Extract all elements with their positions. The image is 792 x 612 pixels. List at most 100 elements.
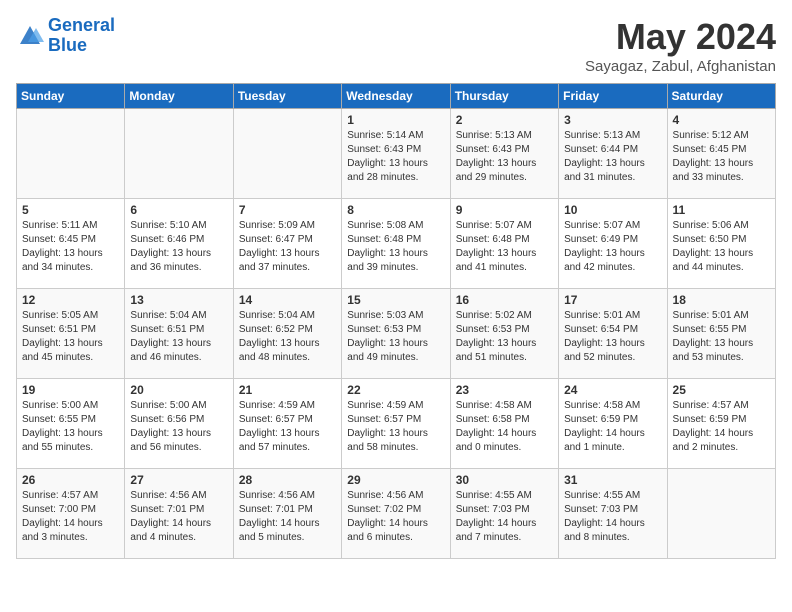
calendar-cell: 11 Sunrise: 5:06 AM Sunset: 6:50 PM Dayli… xyxy=(667,199,775,289)
day-number: 13 xyxy=(130,293,227,307)
cell-content: Sunrise: 5:12 AM Sunset: 6:45 PM Dayligh… xyxy=(673,129,770,185)
title-block: May 2024 Sayagaz, Zabul, Afghanistan xyxy=(585,16,776,75)
day-of-week-header: Thursday xyxy=(450,84,558,109)
location: Sayagaz, Zabul, Afghanistan xyxy=(585,58,776,75)
cell-content: Sunrise: 5:04 AM Sunset: 6:51 PM Dayligh… xyxy=(130,309,227,365)
calendar-table: SundayMondayTuesdayWednesdayThursdayFrid… xyxy=(16,83,776,559)
calendar-cell: 15Sunrise: 5:03 AM Sunset: 6:53 PM Dayli… xyxy=(342,289,450,379)
day-number: 6 xyxy=(130,203,227,217)
calendar-cell xyxy=(233,109,341,199)
day-number: 31 xyxy=(564,473,661,487)
day-number: 28 xyxy=(239,473,336,487)
calendar-cell: 21 Sunrise: 4:59 AM Sunset: 6:57 PM Dayli… xyxy=(233,379,341,469)
cell-content: Sunrise: 5:04 AM Sunset: 6:52 PM Dayligh… xyxy=(239,309,336,365)
calendar-cell: 1Sunrise: 5:14 AM Sunset: 6:43 PM Daylig… xyxy=(342,109,450,199)
day-number: 26 xyxy=(22,473,119,487)
calendar-cell: 30Sunrise: 4:55 AM Sunset: 7:03 PM Dayli… xyxy=(450,469,558,559)
calendar-cell: 6 Sunrise: 5:10 AM Sunset: 6:46 PM Daylig… xyxy=(125,199,233,289)
day-number: 4 xyxy=(673,113,770,127)
cell-content: Sunrise: 5:00 AM Sunset: 6:55 PM Dayligh… xyxy=(22,399,119,455)
calendar-cell: 22Sunrise: 4:59 AM Sunset: 6:57 PM Dayli… xyxy=(342,379,450,469)
calendar-cell: 24 Sunrise: 4:58 AM Sunset: 6:59 PM Dayli… xyxy=(559,379,667,469)
day-of-week-header: Friday xyxy=(559,84,667,109)
calendar-week-row: 12 Sunrise: 5:05 AM Sunset: 6:51 PM Dayli… xyxy=(17,289,776,379)
day-of-week-header: Tuesday xyxy=(233,84,341,109)
day-number: 24 xyxy=(564,383,661,397)
cell-content: Sunrise: 5:08 AM Sunset: 6:48 PM Dayligh… xyxy=(347,219,444,275)
logo-text: General Blue xyxy=(48,16,115,56)
day-number: 19 xyxy=(22,383,119,397)
calendar-cell: 13 Sunrise: 5:04 AM Sunset: 6:51 PM Dayli… xyxy=(125,289,233,379)
calendar-cell: 12 Sunrise: 5:05 AM Sunset: 6:51 PM Dayli… xyxy=(17,289,125,379)
cell-content: Sunrise: 5:13 AM Sunset: 6:43 PM Dayligh… xyxy=(456,129,553,185)
cell-content: Sunrise: 5:01 AM Sunset: 6:54 PM Dayligh… xyxy=(564,309,661,365)
calendar-cell: 18Sunrise: 5:01 AM Sunset: 6:55 PM Dayli… xyxy=(667,289,775,379)
day-of-week-header: Saturday xyxy=(667,84,775,109)
calendar-week-row: 19 Sunrise: 5:00 AM Sunset: 6:55 PM Dayli… xyxy=(17,379,776,469)
calendar-cell: 16 Sunrise: 5:02 AM Sunset: 6:53 PM Dayli… xyxy=(450,289,558,379)
day-number: 27 xyxy=(130,473,227,487)
cell-content: Sunrise: 5:09 AM Sunset: 6:47 PM Dayligh… xyxy=(239,219,336,275)
calendar-week-row: 5 Sunrise: 5:11 AM Sunset: 6:45 PM Daylig… xyxy=(17,199,776,289)
calendar-cell: 10 Sunrise: 5:07 AM Sunset: 6:49 PM Dayli… xyxy=(559,199,667,289)
cell-content: Sunrise: 5:02 AM Sunset: 6:53 PM Dayligh… xyxy=(456,309,553,365)
cell-content: Sunrise: 4:55 AM Sunset: 7:03 PM Dayligh… xyxy=(564,489,661,545)
calendar-week-row: 1Sunrise: 5:14 AM Sunset: 6:43 PM Daylig… xyxy=(17,109,776,199)
day-number: 5 xyxy=(22,203,119,217)
calendar-cell: 28 Sunrise: 4:56 AM Sunset: 7:01 PM Dayli… xyxy=(233,469,341,559)
cell-content: Sunrise: 4:58 AM Sunset: 6:58 PM Dayligh… xyxy=(456,399,553,455)
cell-content: Sunrise: 5:14 AM Sunset: 6:43 PM Dayligh… xyxy=(347,129,444,185)
cell-content: Sunrise: 5:10 AM Sunset: 6:46 PM Dayligh… xyxy=(130,219,227,275)
calendar-cell: 17Sunrise: 5:01 AM Sunset: 6:54 PM Dayli… xyxy=(559,289,667,379)
cell-content: Sunrise: 5:07 AM Sunset: 6:49 PM Dayligh… xyxy=(564,219,661,275)
cell-content: Sunrise: 5:11 AM Sunset: 6:45 PM Dayligh… xyxy=(22,219,119,275)
day-number: 21 xyxy=(239,383,336,397)
calendar-cell: 27 Sunrise: 4:56 AM Sunset: 7:01 PM Dayli… xyxy=(125,469,233,559)
calendar-cell: 2 Sunrise: 5:13 AM Sunset: 6:43 PM Daylig… xyxy=(450,109,558,199)
cell-content: Sunrise: 4:56 AM Sunset: 7:01 PM Dayligh… xyxy=(130,489,227,545)
cell-content: Sunrise: 4:56 AM Sunset: 7:01 PM Dayligh… xyxy=(239,489,336,545)
cell-content: Sunrise: 5:01 AM Sunset: 6:55 PM Dayligh… xyxy=(673,309,770,365)
calendar-cell: 8Sunrise: 5:08 AM Sunset: 6:48 PM Daylig… xyxy=(342,199,450,289)
day-number: 11 xyxy=(673,203,770,217)
cell-content: Sunrise: 4:59 AM Sunset: 6:57 PM Dayligh… xyxy=(347,399,444,455)
calendar-cell: 5 Sunrise: 5:11 AM Sunset: 6:45 PM Daylig… xyxy=(17,199,125,289)
day-of-week-header: Sunday xyxy=(17,84,125,109)
day-number: 7 xyxy=(239,203,336,217)
calendar-cell: 20 Sunrise: 5:00 AM Sunset: 6:56 PM Dayli… xyxy=(125,379,233,469)
day-of-week-header: Monday xyxy=(125,84,233,109)
day-number: 2 xyxy=(456,113,553,127)
cell-content: Sunrise: 5:13 AM Sunset: 6:44 PM Dayligh… xyxy=(564,129,661,185)
page-header: General Blue May 2024 Sayagaz, Zabul, Af… xyxy=(16,16,776,75)
calendar-cell: 23 Sunrise: 4:58 AM Sunset: 6:58 PM Dayli… xyxy=(450,379,558,469)
day-number: 12 xyxy=(22,293,119,307)
cell-content: Sunrise: 5:06 AM Sunset: 6:50 PM Dayligh… xyxy=(673,219,770,275)
calendar-cell: 7 Sunrise: 5:09 AM Sunset: 6:47 PM Daylig… xyxy=(233,199,341,289)
cell-content: Sunrise: 5:07 AM Sunset: 6:48 PM Dayligh… xyxy=(456,219,553,275)
day-of-week-header: Wednesday xyxy=(342,84,450,109)
cell-content: Sunrise: 4:55 AM Sunset: 7:03 PM Dayligh… xyxy=(456,489,553,545)
cell-content: Sunrise: 5:03 AM Sunset: 6:53 PM Dayligh… xyxy=(347,309,444,365)
cell-content: Sunrise: 5:05 AM Sunset: 6:51 PM Dayligh… xyxy=(22,309,119,365)
day-number: 29 xyxy=(347,473,444,487)
month-title: May 2024 xyxy=(585,16,776,58)
cell-content: Sunrise: 4:58 AM Sunset: 6:59 PM Dayligh… xyxy=(564,399,661,455)
day-number: 23 xyxy=(456,383,553,397)
calendar-cell: 14Sunrise: 5:04 AM Sunset: 6:52 PM Dayli… xyxy=(233,289,341,379)
calendar-cell: 26 Sunrise: 4:57 AM Sunset: 7:00 PM Dayli… xyxy=(17,469,125,559)
day-header-row: SundayMondayTuesdayWednesdayThursdayFrid… xyxy=(17,84,776,109)
day-number: 3 xyxy=(564,113,661,127)
calendar-cell: 25Sunrise: 4:57 AM Sunset: 6:59 PM Dayli… xyxy=(667,379,775,469)
day-number: 20 xyxy=(130,383,227,397)
day-number: 25 xyxy=(673,383,770,397)
calendar-cell: 31 Sunrise: 4:55 AM Sunset: 7:03 PM Dayli… xyxy=(559,469,667,559)
day-number: 10 xyxy=(564,203,661,217)
calendar-cell: 3 Sunrise: 5:13 AM Sunset: 6:44 PM Daylig… xyxy=(559,109,667,199)
day-number: 16 xyxy=(456,293,553,307)
cell-content: Sunrise: 5:00 AM Sunset: 6:56 PM Dayligh… xyxy=(130,399,227,455)
calendar-cell: 4 Sunrise: 5:12 AM Sunset: 6:45 PM Daylig… xyxy=(667,109,775,199)
cell-content: Sunrise: 4:56 AM Sunset: 7:02 PM Dayligh… xyxy=(347,489,444,545)
cell-content: Sunrise: 4:59 AM Sunset: 6:57 PM Dayligh… xyxy=(239,399,336,455)
logo: General Blue xyxy=(16,16,115,56)
cell-content: Sunrise: 4:57 AM Sunset: 7:00 PM Dayligh… xyxy=(22,489,119,545)
